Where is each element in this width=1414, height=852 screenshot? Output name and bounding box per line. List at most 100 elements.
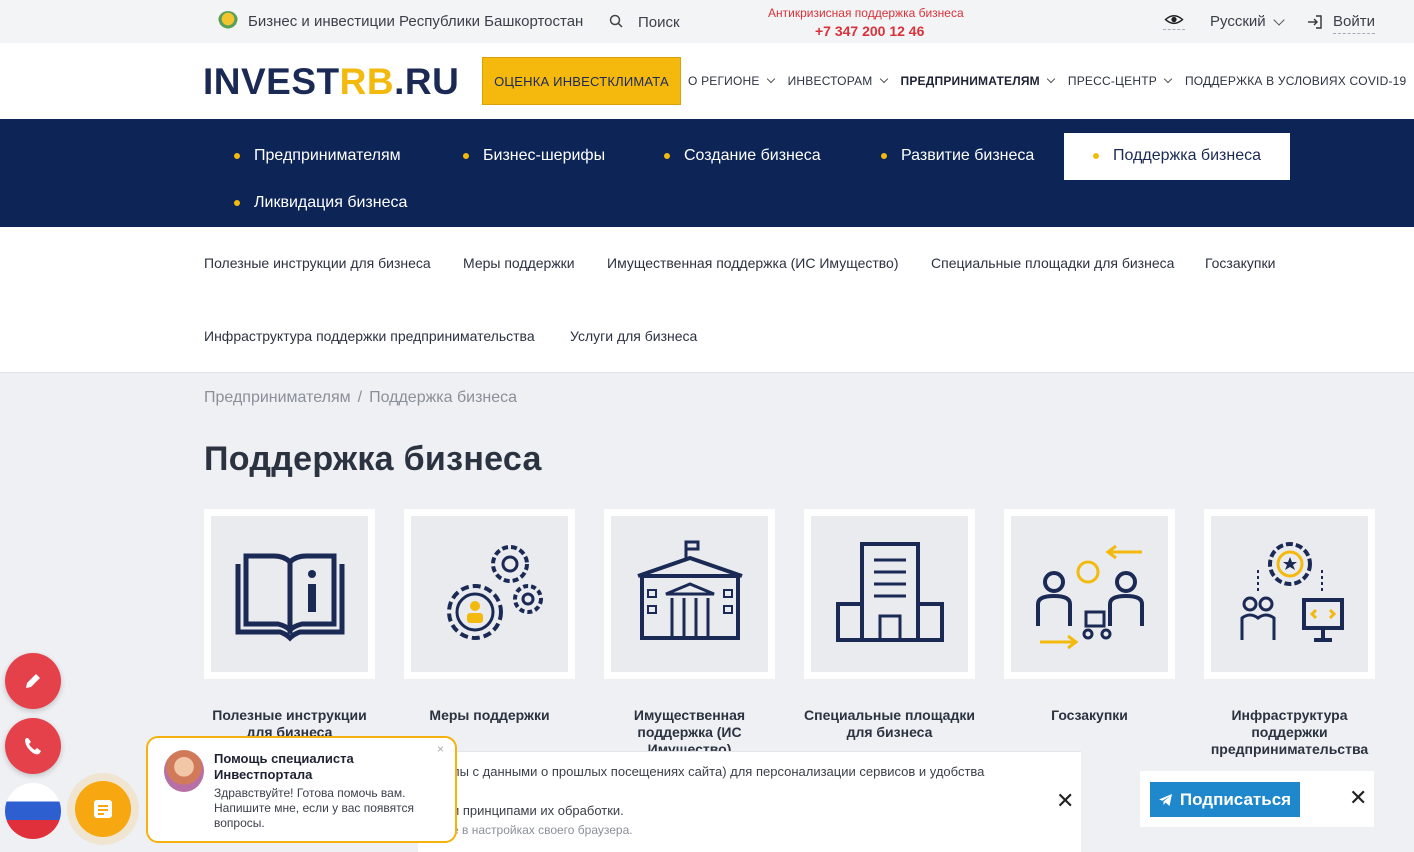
chat-button[interactable] — [75, 781, 131, 837]
subscribe-label: Подписаться — [1179, 789, 1292, 809]
card-image — [211, 516, 368, 672]
cookie-text: е в настройках своего браузера. — [452, 823, 633, 837]
login-icon[interactable] — [1307, 14, 1323, 30]
investclimate-button[interactable]: ОЦЕНКА ИНВЕСТКЛИМАТА — [482, 57, 681, 105]
phone-number[interactable]: +7 347 200 12 46 — [815, 23, 924, 39]
nav-label: ИНВЕСТОРАМ — [787, 74, 873, 88]
card-special-sites[interactable] — [804, 509, 975, 679]
breadcrumb: Предпринимателям / Поддержка бизнеса — [204, 389, 517, 407]
chat-message: Здравствуйте! Готова помочь вам. Напишит… — [214, 786, 415, 830]
promo-link[interactable]: Антикризисная поддержка бизнеса — [768, 6, 964, 20]
bullet-icon — [881, 153, 887, 159]
subnav-item-sheriffs[interactable]: Бизнес-шерифы — [463, 147, 605, 165]
book-info-icon — [235, 553, 344, 642]
infrastructure-icon — [1240, 542, 1344, 642]
bullet-icon — [1093, 153, 1099, 159]
chevron-down-icon — [879, 74, 888, 84]
subnav-item-entrepreneurs[interactable]: Предпринимателям — [234, 147, 401, 165]
chevron-down-icon[interactable] — [1273, 14, 1285, 26]
chat-icon — [94, 800, 112, 818]
chat-popup[interactable]: Помощь специалиста Инвестпортала Здравст… — [146, 736, 457, 843]
subscribe-button[interactable]: Подписаться — [1150, 782, 1300, 817]
logo-main: INVEST — [203, 61, 340, 102]
card-instructions[interactable] — [204, 509, 375, 679]
bullet-icon — [234, 200, 240, 206]
phone-icon — [25, 738, 41, 755]
close-icon[interactable]: ✕ — [1349, 785, 1367, 811]
site-title[interactable]: Бизнес и инвестиции Республики Башкортос… — [248, 13, 583, 30]
chat-title: Помощь специалиста Инвестпортала — [214, 751, 354, 782]
subnav-item-liquidation[interactable]: Ликвидация бизнеса — [234, 194, 407, 212]
search-link[interactable]: Поиск — [638, 14, 680, 31]
card-support-measures[interactable] — [404, 509, 575, 679]
link-special-sites[interactable]: Специальные площадки для бизнеса — [931, 255, 1174, 271]
link-property-support[interactable]: Имущественная поддержка (ИС Имущество) — [607, 255, 899, 271]
nav-label: ПРЕСС-ЦЕНТР — [1067, 74, 1157, 88]
breadcrumb-separator: / — [357, 389, 363, 406]
link-procurement[interactable]: Госзакупки — [1205, 255, 1275, 271]
logo-accent: RB — [339, 61, 395, 102]
nav-item-investors[interactable]: ИНВЕСТОРАМ — [788, 74, 891, 88]
card-image — [811, 516, 968, 672]
nav-item-covid[interactable]: ПОДДЕРЖКА В УСЛОВИЯХ COVID-19 — [1185, 74, 1406, 88]
eye-icon[interactable] — [1163, 12, 1185, 30]
subnav-label: Развитие бизнеса — [901, 147, 1035, 164]
link-instructions[interactable]: Полезные инструкции для бизнеса — [204, 255, 431, 271]
subnav-label: Предпринимателям — [254, 147, 401, 164]
pencil-icon — [26, 674, 40, 688]
subnav-item-development[interactable]: Развитие бизнеса — [881, 147, 1034, 165]
language-selector[interactable]: Русский — [1210, 13, 1266, 30]
search-icon[interactable] — [609, 14, 623, 28]
procurement-icon — [1035, 544, 1144, 650]
page-title: Поддержка бизнеса — [204, 440, 542, 478]
breadcrumb-parent[interactable]: Предпринимателям — [204, 389, 351, 406]
link-support-measures[interactable]: Меры поддержки — [463, 255, 575, 271]
card-label[interactable]: Госзакупки — [1004, 707, 1175, 724]
gears-person-icon — [446, 545, 543, 640]
nav-label: ПРЕДПРИНИМАТЕЛЯМ — [900, 74, 1040, 88]
cookie-text: лы с данными о прошлых посещениях сайта)… — [452, 764, 985, 779]
card-property-support[interactable] — [604, 509, 775, 679]
subnav-label: Бизнес-шерифы — [483, 147, 606, 164]
telegram-icon — [1158, 793, 1172, 806]
feedback-button[interactable] — [5, 653, 61, 709]
top-bar: Бизнес и инвестиции Республики Башкортос… — [0, 0, 1414, 43]
card-label[interactable]: Инфраструктура поддержки предприниматель… — [1204, 707, 1375, 758]
subnav-label: Ликвидация бизнеса — [254, 194, 408, 211]
link-infrastructure[interactable]: Инфраструктура поддержки предприниматель… — [204, 328, 535, 344]
office-building-icon — [835, 542, 944, 642]
nav-item-entrepreneurs[interactable]: ПРЕДПРИНИМАТЕЛЯМ — [901, 74, 1058, 88]
card-infrastructure[interactable] — [1204, 509, 1375, 679]
close-icon[interactable]: ✕ — [1056, 788, 1074, 814]
main-nav: О РЕГИОНЕ ИНВЕСТОРАМ ПРЕДПРИНИМАТЕЛЯМ ПР… — [688, 74, 1406, 88]
call-button[interactable] — [5, 718, 61, 774]
bullet-icon — [463, 153, 469, 159]
card-image — [1211, 516, 1368, 672]
nav-item-press[interactable]: ПРЕСС-ЦЕНТР — [1068, 74, 1175, 88]
card-image — [1011, 516, 1168, 672]
site-logo[interactable]: INVESTRB.RU — [203, 61, 459, 103]
close-icon[interactable]: × — [437, 742, 444, 756]
main-header: INVESTRB.RU ОЦЕНКА ИНВЕСТКЛИМАТА О РЕГИО… — [0, 43, 1414, 119]
card-procurement[interactable] — [1004, 509, 1175, 679]
login-link[interactable]: Войти — [1333, 13, 1375, 34]
cookie-text[interactable]: и принципами их обработки. — [452, 803, 624, 818]
russian-flag-icon[interactable] — [5, 783, 61, 839]
card-image — [411, 516, 568, 672]
link-services[interactable]: Услуги для бизнеса — [570, 328, 697, 344]
chevron-down-icon — [1163, 74, 1173, 84]
nav-item-region[interactable]: О РЕГИОНЕ — [688, 74, 778, 88]
government-building-icon — [636, 540, 743, 640]
card-label[interactable]: Меры поддержки — [404, 707, 575, 724]
card-image — [611, 516, 768, 672]
section-subnav: Предпринимателям Бизнес-шерифы Создание … — [0, 119, 1414, 227]
nav-label: ПОДДЕРЖКА В УСЛОВИЯХ COVID-19 — [1184, 74, 1407, 88]
subnav-item-support[interactable]: Поддержка бизнеса — [1093, 147, 1261, 165]
support-links: Полезные инструкции для бизнеса Меры под… — [0, 227, 1414, 373]
subnav-label: Поддержка бизнеса — [1113, 147, 1261, 164]
card-label[interactable]: Специальные площадки для бизнеса — [804, 707, 975, 741]
subnav-item-creation[interactable]: Создание бизнеса — [664, 147, 821, 165]
nav-label: О РЕГИОНЕ — [688, 74, 760, 88]
subnav-label: Создание бизнеса — [684, 147, 821, 164]
bullet-icon — [234, 153, 240, 159]
